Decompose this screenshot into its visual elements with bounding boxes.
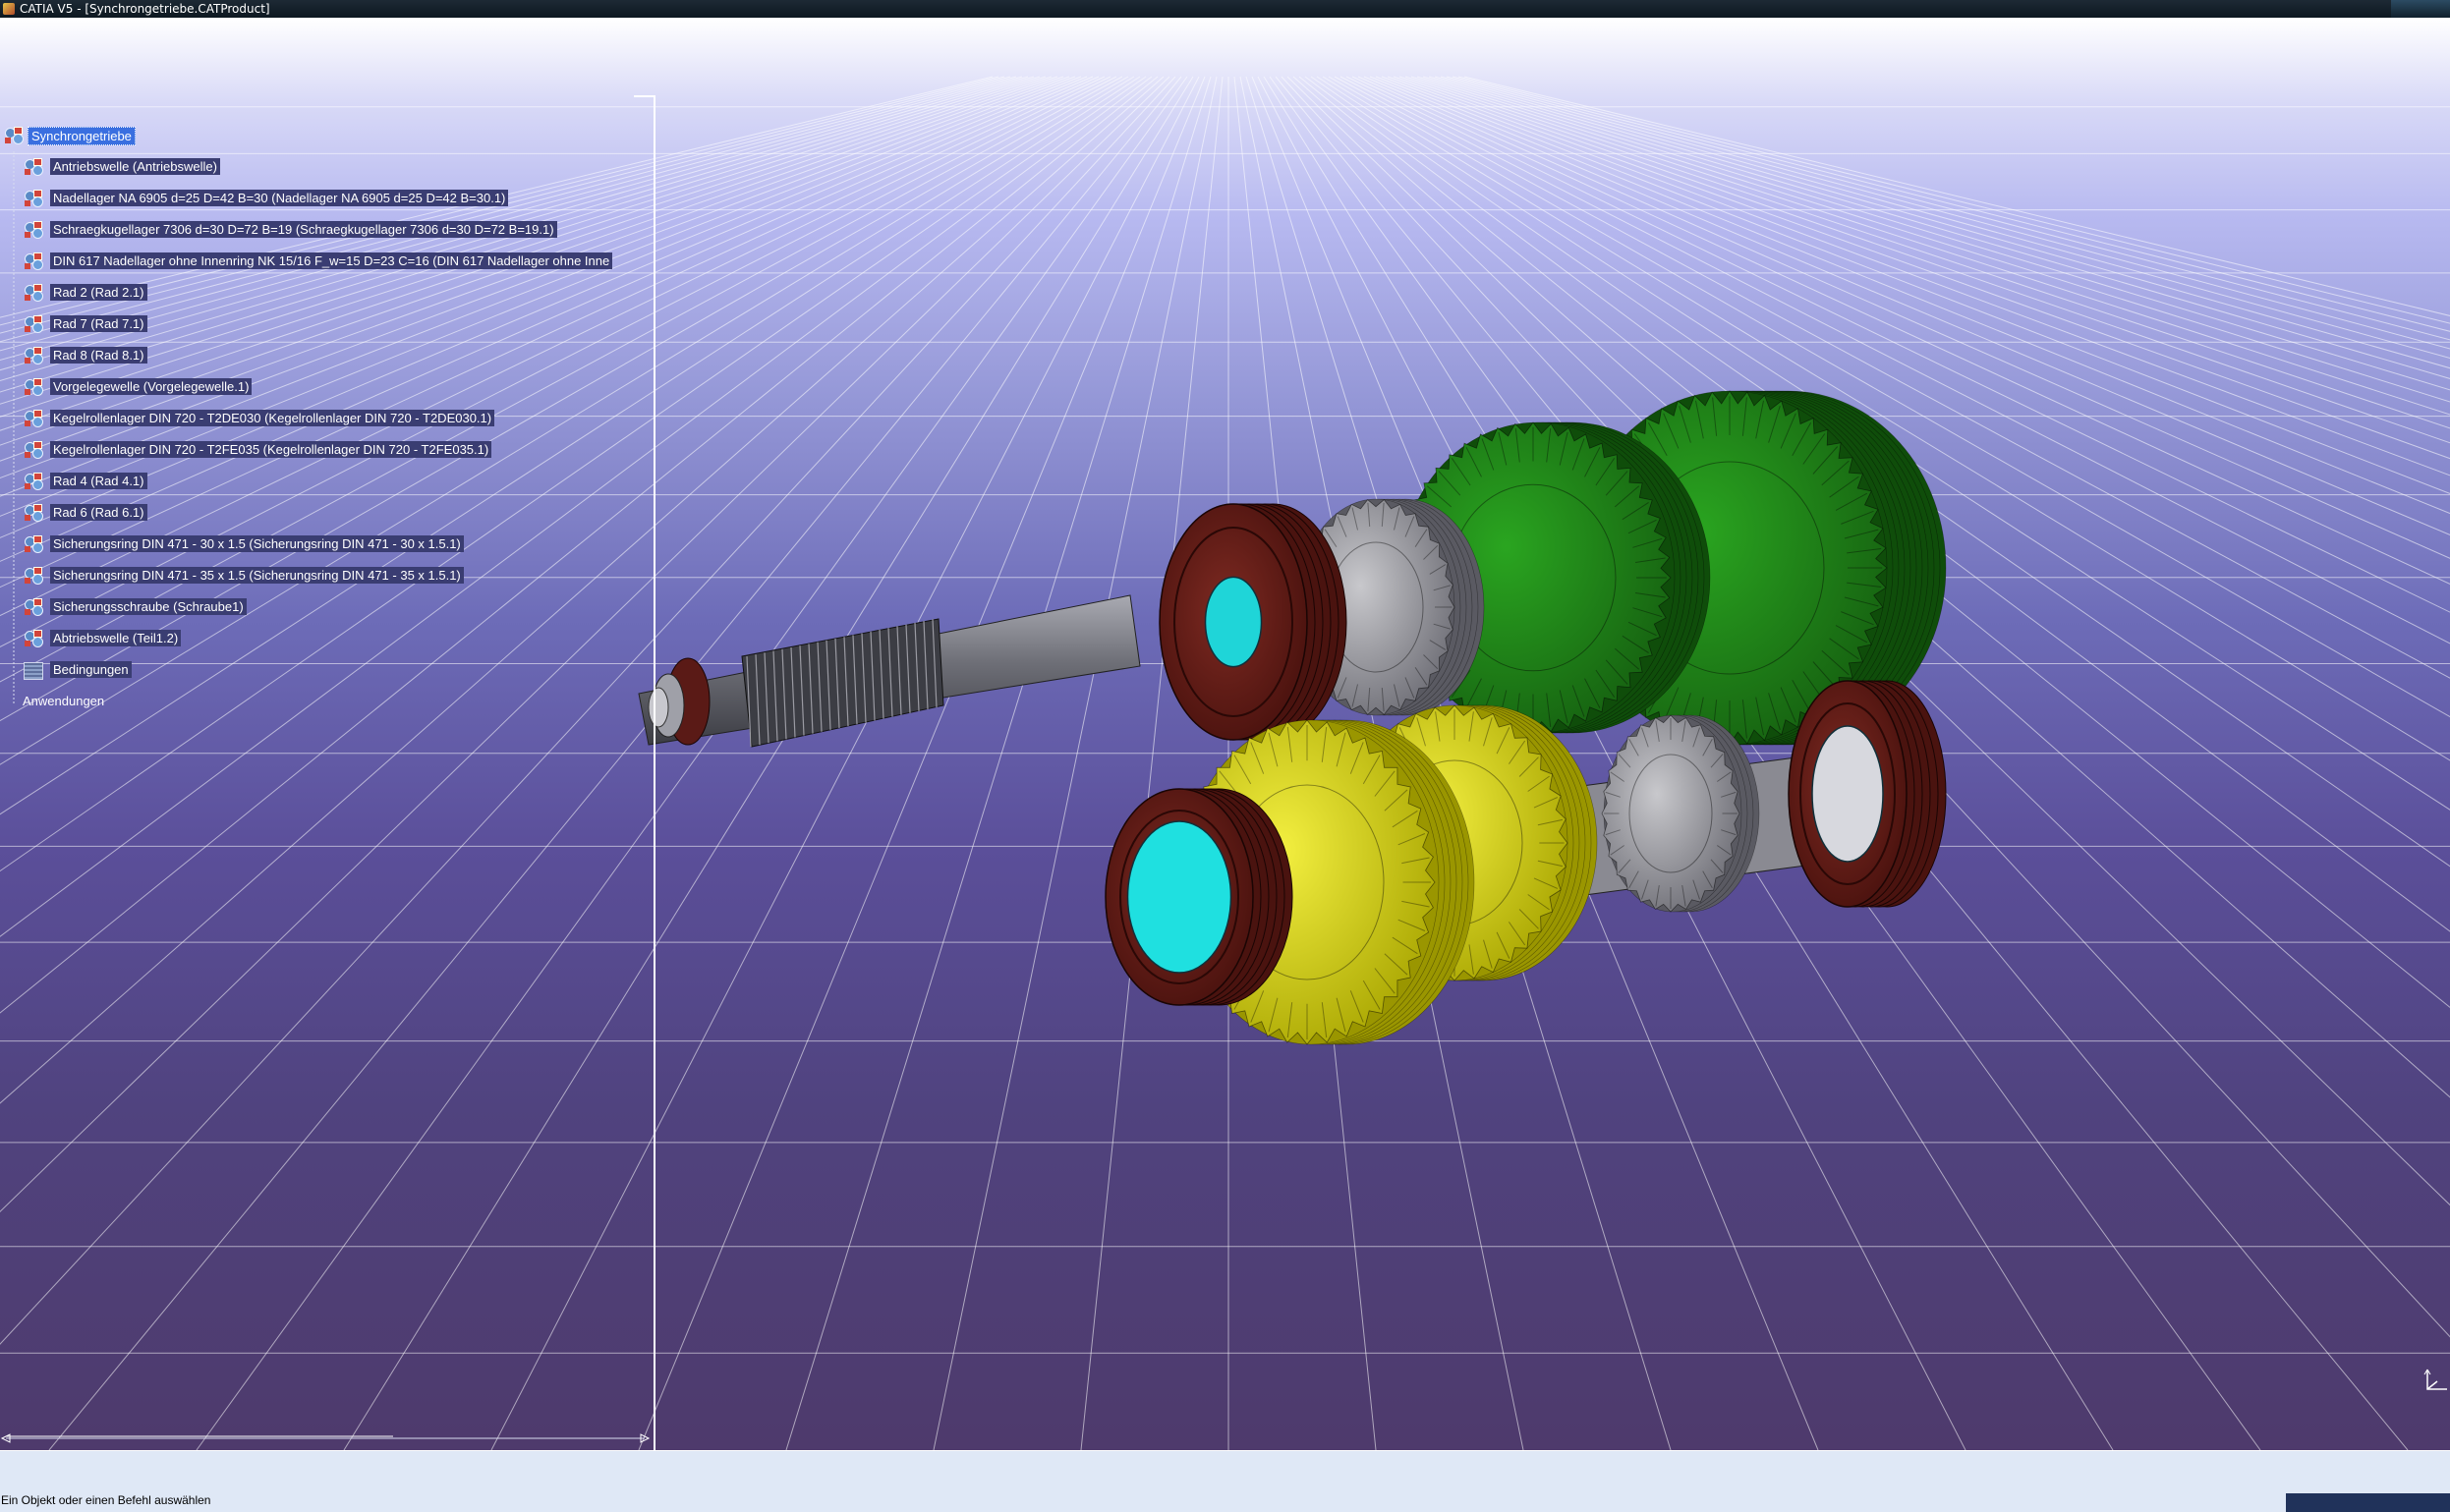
part-instance-icon — [24, 252, 45, 271]
tree-item-label: Schraegkugellager 7306 d=30 D=72 B=19 (S… — [50, 221, 557, 238]
part-instance-icon — [24, 157, 45, 177]
part-instance-icon — [24, 409, 45, 428]
title-bar: CATIA V5 - [Synchrongetriebe.CATProduct] — [0, 0, 2450, 18]
part-instance-icon — [24, 314, 45, 334]
tree-item-label: Vorgelegewelle (Vorgelegewelle.1) — [50, 378, 253, 395]
specification-tree[interactable]: Synchrongetriebe Antriebswelle (Antriebs… — [0, 18, 668, 1450]
command-input[interactable] — [2286, 1493, 2450, 1512]
gear-gray-lower[interactable] — [1601, 714, 1760, 913]
part-instance-icon — [24, 472, 45, 491]
tree-item-label: Sicherungsschraube (Schraube1) — [50, 598, 247, 615]
part-instance-icon — [24, 597, 45, 617]
tree-item-label: Sicherungsring DIN 471 - 30 x 1.5 (Siche… — [50, 535, 464, 552]
part-instance-icon — [24, 346, 45, 365]
axis-compass-icon[interactable] — [2423, 1366, 2449, 1395]
part-instance-icon — [24, 534, 45, 554]
status-bar: Ein Objekt oder einen Befehl auswählen — [0, 1450, 2450, 1512]
status-text: Ein Objekt oder einen Befehl auswählen — [1, 1493, 211, 1507]
bearing-lower-left[interactable] — [1105, 788, 1293, 1006]
tree-item-label: Antriebswelle (Antriebswelle) — [50, 158, 220, 175]
part-instance-icon — [24, 220, 45, 240]
part-instance-icon — [24, 566, 45, 586]
tree-item-label: Kegelrollenlager DIN 720 - T2FE035 (Kege… — [50, 441, 492, 458]
part-instance-icon — [24, 440, 45, 460]
part-instance-icon — [24, 377, 45, 397]
bearing-lower-right[interactable] — [1788, 680, 1947, 908]
tree-item-label: Sicherungsring DIN 471 - 35 x 1.5 (Siche… — [50, 567, 464, 584]
tree-root-label: Synchrongetriebe — [28, 127, 136, 145]
part-instance-icon — [24, 283, 45, 303]
tree-item-label: Abtriebswelle (Teil1.2) — [50, 630, 182, 646]
tree-item-label: DIN 617 Nadellager ohne Innenring NK 15/… — [50, 252, 613, 269]
window-title: CATIA V5 - [Synchrongetriebe.CATProduct] — [20, 2, 270, 16]
window-controls[interactable] — [2391, 0, 2450, 18]
input-shaft[interactable] — [638, 594, 1141, 748]
tree-scrollbar[interactable] — [0, 1432, 651, 1444]
part-instance-icon — [24, 503, 45, 523]
tree-item-label: Kegelrollenlager DIN 720 - T2DE030 (Kege… — [50, 410, 495, 426]
tree-item-label: Rad 2 (Rad 2.1) — [50, 284, 147, 301]
catia-app-icon — [3, 3, 15, 15]
tree-item-label: Anwendungen — [23, 694, 105, 708]
part-instance-icon — [24, 629, 45, 648]
tree-item-label: Bedingungen — [50, 661, 132, 678]
tree-item-label: Rad 8 (Rad 8.1) — [50, 347, 147, 364]
tree-item-label: Rad 4 (Rad 4.1) — [50, 473, 147, 489]
tree-item-label: Rad 6 (Rad 6.1) — [50, 504, 147, 521]
constraints-icon — [24, 662, 43, 680]
bearing-upper[interactable] — [1159, 503, 1347, 741]
tree-item-label: Rad 7 (Rad 7.1) — [50, 315, 147, 332]
part-instance-icon — [24, 189, 45, 208]
3d-viewport[interactable]: Synchrongetriebe Antriebswelle (Antriebs… — [0, 18, 2450, 1450]
tree-item-label: Nadellager NA 6905 d=25 D=42 B=30 (Nadel… — [50, 190, 509, 206]
product-icon — [4, 126, 26, 145]
